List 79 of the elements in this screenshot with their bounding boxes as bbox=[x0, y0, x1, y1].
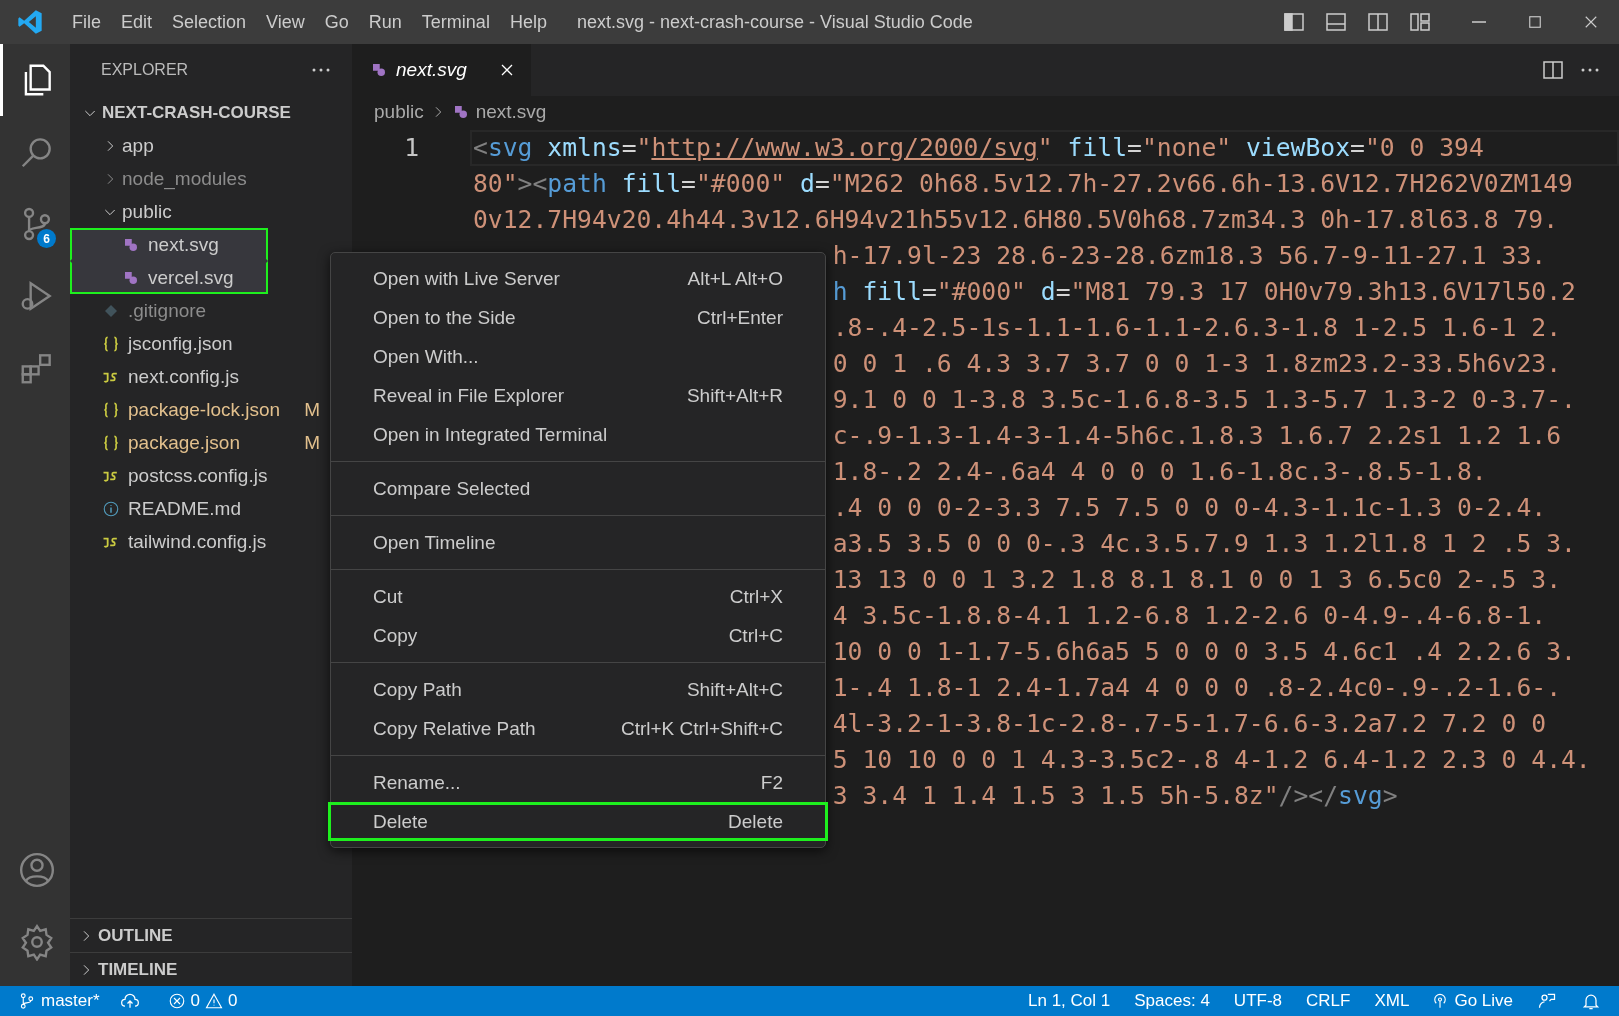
breadcrumb-item[interactable]: next.svg bbox=[475, 101, 547, 123]
code-line: 13 13 0 0 1 3.2 1.8 8.1 8.1 0 0 1 3 6.5c0 2-.5 3. bbox=[832, 564, 1561, 596]
code-line: 1.8-.2 2.4-.6a4 4 0 0 0 1.6-1.8c.3-.8.5-1.8. bbox=[832, 456, 1487, 488]
branch-status[interactable]: master* bbox=[0, 991, 110, 1011]
git-status-letter: M bbox=[304, 398, 320, 421]
code-line: 1-.4 1.8-1 2.4-1.7a4 4 0 0 0 .8-2.4c0-.9-.2-1.6-. bbox=[832, 672, 1561, 704]
code-line: 3 3.4 1 1.4 1.5 3 1.5 5h-5.8z"/></svg> bbox=[832, 780, 1398, 812]
status-item[interactable]: Ln 1, Col 1 bbox=[1016, 991, 1123, 1011]
more-actions-button[interactable] bbox=[312, 68, 330, 72]
tree-item[interactable]: app bbox=[70, 129, 352, 162]
ellipsis-icon bbox=[312, 68, 330, 72]
line-number: 1 bbox=[403, 132, 419, 164]
menu-item[interactable]: Copy Path Shift+Alt+C bbox=[328, 670, 828, 709]
tree-item[interactable]: next.svg bbox=[70, 228, 268, 261]
branch-icon bbox=[18, 992, 36, 1010]
breadcrumb-item[interactable]: public bbox=[374, 101, 424, 123]
cloud-upload-icon bbox=[119, 991, 140, 1011]
code-line: 4 3.5c-1.8.8-4.1 1.2-6.8 1.2-2.6 0-4.9-.4-6.8-1. bbox=[832, 600, 1547, 632]
menu-item[interactable]: Selection bbox=[162, 7, 257, 37]
code-line: h-17.9l-23 28.6-23-28.6zm18.3 56.7-9-11-27.1 33. bbox=[832, 240, 1547, 272]
go-live-button[interactable]: Go Live bbox=[1421, 991, 1523, 1011]
code-line: .4 0 0 0-2-3.3 7.5 7.5 0 0 0-4.3-1.1c-1.3 0-2.4. bbox=[832, 492, 1547, 524]
menu-item[interactable]: Run bbox=[358, 7, 412, 37]
sidebar-layout-icon bbox=[1282, 10, 1306, 34]
menu-item[interactable]: Help bbox=[499, 7, 557, 37]
tree-item[interactable]: node_modules bbox=[70, 162, 352, 195]
diamond-icon bbox=[103, 302, 119, 319]
problems-status[interactable]: 0 0 bbox=[157, 991, 248, 1011]
tree-item[interactable]: public bbox=[70, 195, 352, 228]
code-line: 0v12.7H94v20.4h44.3v12.6H94v21h55v12.6H80.5V0h68.7zm34.3 0h-17.8l63.8 79. bbox=[473, 204, 1558, 236]
explorer-title: EXPLORER bbox=[101, 61, 189, 79]
account-icon bbox=[17, 851, 56, 889]
code-line: h fill="#000" d="M81 79.3 17 0H0v79.3h13.6V17l50.2 bbox=[832, 276, 1576, 308]
menu-item[interactable]: View bbox=[256, 7, 315, 37]
code-line: 80"><path fill="#000" d="M262 0h68.5v12.7h-27.2v66.6h-13.6V12.7H262V0ZM149 bbox=[473, 168, 1573, 200]
error-icon bbox=[167, 992, 186, 1010]
code-line: 5 10 10 0 0 1 4.3-3.5c2-.8 4-1.2 6.4-1.2 2.3 0 4.4. bbox=[832, 744, 1591, 776]
warning-icon bbox=[205, 992, 224, 1010]
code-line: 4l-3.2-1-3.8-1c-2.8-.7-5-1.7-6.6-3.2a7.2 7.2 0 0 bbox=[832, 708, 1547, 740]
grid-layout-icon bbox=[1408, 10, 1432, 34]
menu-item[interactable]: Delete Delete bbox=[328, 802, 828, 841]
tree-item[interactable]: NEXT-CRASH-COURSE bbox=[70, 96, 352, 129]
code-line: 10 0 0 1-1.7-5.6h6a5 5 0 0 0 3.5 4.6c1 .4 2.2.6 3. bbox=[832, 636, 1576, 668]
menu-item[interactable]: File bbox=[62, 7, 111, 37]
split-layout-icon bbox=[1366, 10, 1390, 34]
menu-item[interactable]: Rename... F2 bbox=[328, 763, 828, 802]
maximize-icon bbox=[1526, 13, 1544, 31]
menu-item[interactable]: Go bbox=[314, 7, 359, 37]
ellipsis-icon bbox=[1581, 68, 1599, 72]
window-title: next.svg - next-crash-course - Visual Studio Code bbox=[576, 11, 973, 33]
menu-item[interactable]: Copy Relative Path Ctrl+K Ctrl+Shift+C bbox=[328, 709, 828, 748]
menu-item[interactable]: Cut Ctrl+X bbox=[328, 577, 828, 616]
git-status-letter: M bbox=[304, 431, 320, 454]
menu-item[interactable]: Copy Ctrl+C bbox=[328, 616, 828, 655]
more-actions-button[interactable] bbox=[1581, 68, 1599, 72]
split-editor-button[interactable] bbox=[1541, 58, 1565, 82]
code-line: c-.9-1.3-1.4-3-1.4-5h6c.1.8.3 1.6.7 2.2s1 1.2 1.6 bbox=[832, 420, 1561, 452]
tree-item[interactable]: vercel.svg bbox=[70, 261, 268, 294]
vscode-logo-icon bbox=[16, 8, 44, 36]
minimize-icon bbox=[1472, 21, 1486, 23]
code-line: 9.1 0 0 1-3.8 3.5c-1.6.8-3.5 1.3-5.7 1.3-2 0-3.7-. bbox=[832, 384, 1576, 416]
count-badge: 6 bbox=[37, 229, 56, 248]
status-item[interactable]: Spaces: 4 bbox=[1122, 991, 1222, 1011]
menu-item[interactable]: Edit bbox=[111, 7, 163, 37]
editor-tab[interactable]: next.svg bbox=[352, 44, 531, 96]
status-item[interactable]: UTF-8 bbox=[1221, 991, 1295, 1011]
activity-bar-item[interactable]: 6 bbox=[0, 188, 70, 260]
status-item[interactable]: CRLF bbox=[1294, 991, 1363, 1011]
status-item[interactable]: XML bbox=[1362, 991, 1422, 1011]
image-file-icon bbox=[370, 61, 388, 79]
split-icon bbox=[1541, 58, 1565, 82]
code-line: 0 0 1 .6 4.3 3.7 3.7 0 0 1-3 1.8zm23.2-33.5h6v23. bbox=[832, 348, 1561, 380]
person-chat-icon bbox=[1537, 991, 1557, 1011]
panel-layout-icon bbox=[1324, 10, 1348, 34]
menu-item[interactable]: Terminal bbox=[411, 7, 500, 37]
section-header[interactable]: OUTLINE bbox=[70, 918, 352, 952]
code-line: a3.5 3.5 0 0 0-.3 4c.3.5.7.9 1.3 1.2l1.8 1 2 .5 3. bbox=[832, 528, 1576, 560]
code-line: .8-.4-2.5-1s-1.1-1.6-1.1-2.6.3-1.8 1-2.5 1.6-1 2. bbox=[832, 312, 1561, 344]
info-icon bbox=[102, 499, 120, 518]
